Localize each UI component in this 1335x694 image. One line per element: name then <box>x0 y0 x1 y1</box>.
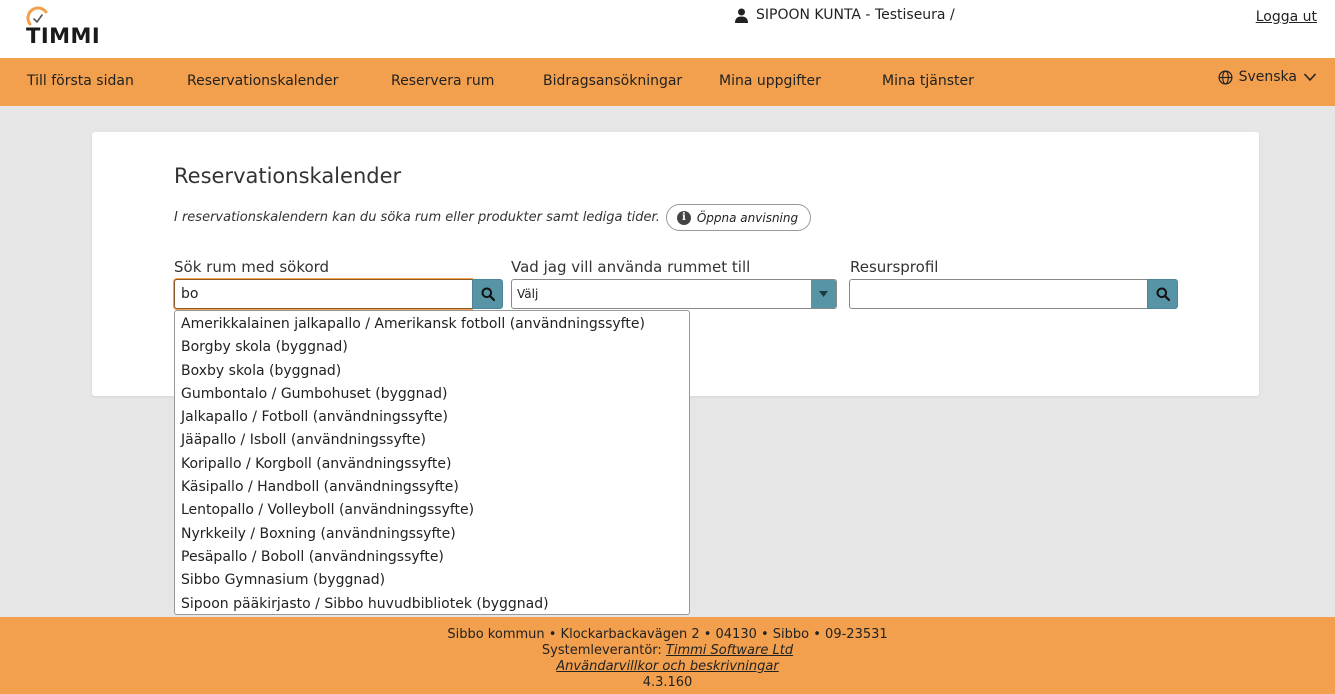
usage-label: Vad jag vill använda rummet till <box>511 258 751 276</box>
list-item[interactable]: Käsipallo / Handboll (användningssyfte) <box>175 476 689 499</box>
terms-link[interactable]: Användarvillkor och beskrivningar <box>556 659 778 674</box>
open-guide-button[interactable]: i Öppna anvisning <box>665 204 812 231</box>
list-item[interactable]: Boxby skola (byggnad) <box>175 360 689 383</box>
user-icon <box>735 8 748 23</box>
chevron-down-icon <box>1303 73 1317 82</box>
intro-row: I reservationskalendern kan du söka rum … <box>174 204 812 231</box>
list-item[interactable]: Lentopallo / Volleyboll (användningssyft… <box>175 499 689 522</box>
language-selector[interactable]: Svenska <box>1218 69 1317 85</box>
search-icon <box>1156 287 1170 301</box>
list-item[interactable]: Jalkapallo / Fotboll (användningssyfte) <box>175 406 689 429</box>
profile-search-button[interactable] <box>1147 279 1178 309</box>
page-title: Reservationskalender <box>174 164 402 188</box>
search-icon <box>481 287 495 301</box>
nav-item-reserve-room[interactable]: Reservera rum <box>391 73 494 89</box>
main-nav: Till första sidan Reservationskalender R… <box>0 58 1335 106</box>
list-item[interactable]: Amerikkalainen jalkapallo / Amerikansk f… <box>175 313 689 336</box>
footer-terms: Användarvillkor och beskrivningar <box>0 659 1335 675</box>
footer-address: Sibbo kommun • Klockarbackavägen 2 • 041… <box>447 627 888 642</box>
nav-item-home[interactable]: Till första sidan <box>27 73 134 89</box>
info-icon: i <box>676 210 691 225</box>
autocomplete-dropdown: Amerikkalainen jalkapallo / Amerikansk f… <box>174 310 690 615</box>
list-item[interactable]: Sibbo Gymnasium (byggnad) <box>175 569 689 592</box>
usage-select-arrow[interactable] <box>811 280 836 308</box>
profile-search <box>849 279 1178 309</box>
keyword-search <box>174 279 503 309</box>
list-item[interactable]: Borgby skola (byggnad) <box>175 336 689 359</box>
usage-select-value: Välj <box>517 287 539 301</box>
supplier-label: Systemleverantör: <box>541 643 662 658</box>
intro-text: I reservationskalendern kan du söka rum … <box>174 210 660 225</box>
nav-item-grant-applications[interactable]: Bidragsansökningar <box>543 73 682 89</box>
profile-search-input[interactable] <box>849 279 1147 309</box>
language-label: Svenska <box>1238 69 1297 85</box>
supplier-link[interactable]: Timmi Software Ltd <box>666 643 793 658</box>
keyword-search-input[interactable] <box>174 279 472 309</box>
caret-down-icon <box>819 291 828 297</box>
footer: Sibbo kommun • Klockarbackavägen 2 • 041… <box>0 617 1335 694</box>
nav-item-reservation-calendar[interactable]: Reservationskalender <box>187 73 338 89</box>
list-item[interactable]: Gumbontalo / Gumbohuset (byggnad) <box>175 383 689 406</box>
list-item[interactable]: Nyrkkeily / Boxning (användningssyfte) <box>175 523 689 546</box>
top-bar: TIMMI SIPOON KUNTA - Testiseura / Logga … <box>0 0 1335 58</box>
keyword-search-button[interactable] <box>472 279 503 309</box>
footer-supplier: Systemleverantör: Timmi Software Ltd <box>0 643 1335 659</box>
list-item[interactable]: Koripallo / Korgboll (användningssyfte) <box>175 453 689 476</box>
list-item[interactable]: Pesäpallo / Boboll (användningssyfte) <box>175 546 689 569</box>
globe-icon <box>1218 70 1233 84</box>
profile-label: Resursprofil <box>850 258 939 276</box>
usage-select[interactable]: Välj <box>511 279 837 309</box>
footer-version: 4.3.160 <box>642 675 693 690</box>
open-guide-label: Öppna anvisning <box>696 210 799 225</box>
list-item[interactable]: Sipoon pääkirjasto / Sibbo huvudbibliote… <box>175 593 689 616</box>
logo-text: TIMMI <box>26 24 101 48</box>
timmi-logo[interactable]: TIMMI <box>24 6 134 52</box>
search-label: Sök rum med sökord <box>174 258 330 276</box>
logout-link[interactable]: Logga ut <box>1256 9 1317 25</box>
user-info: SIPOON KUNTA - Testiseura / <box>735 7 955 23</box>
nav-item-my-services[interactable]: Mina tjänster <box>882 73 974 89</box>
nav-item-my-information[interactable]: Mina uppgifter <box>719 73 821 89</box>
user-name: SIPOON KUNTA - Testiseura / <box>756 7 955 23</box>
list-item[interactable]: Jääpallo / Isboll (användningssyfte) <box>175 429 689 452</box>
